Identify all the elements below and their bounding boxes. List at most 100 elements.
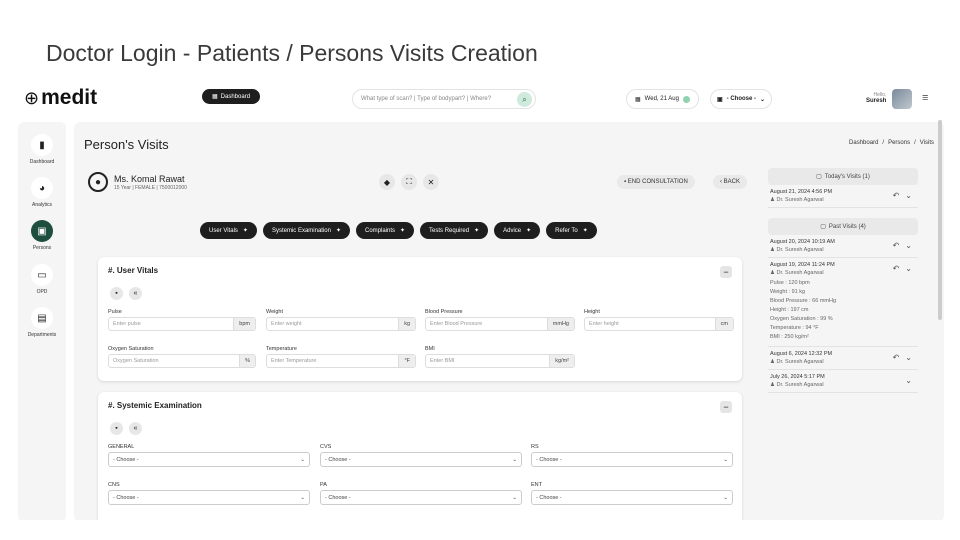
list-item[interactable]: August 19, 2024 11:24 PM ♟ Dr. Suresh Ag… <box>768 258 918 347</box>
breadcrumb: Dashboard / Persons / Visits <box>849 140 934 146</box>
chevron-down-icon[interactable]: ⌄ <box>905 353 912 362</box>
tab-refer-to[interactable]: Refer To ✦ <box>546 222 597 239</box>
bed-icon: ▭ <box>31 264 53 286</box>
sidebar-item-dashboard[interactable]: ▮ Dashboard <box>18 134 66 165</box>
trash-icon[interactable]: ▪ <box>110 287 123 300</box>
calendar-icon: ▦ <box>635 96 641 103</box>
logo-text: medit <box>41 86 98 109</box>
rs-select[interactable]: - Choose - ⌄ <box>531 452 733 467</box>
pin-icon: ✦ <box>242 228 248 234</box>
chevron-down-icon[interactable]: ⌄ <box>905 191 912 200</box>
pin-icon: ✦ <box>474 228 480 234</box>
detail-line: Height : 197 cm <box>770 307 809 313</box>
eraser-icon[interactable]: ◆ <box>379 174 395 190</box>
placeholder: Enter BMI <box>430 358 455 364</box>
general-select[interactable]: - Choose - ⌄ <box>108 452 310 467</box>
chevron-down-icon: ⌄ <box>760 96 766 103</box>
page-scrollbar[interactable] <box>938 120 942 320</box>
cvs-select[interactable]: - Choose - ⌄ <box>320 452 522 467</box>
tab-systemic-examination[interactable]: Systemic Examination ✦ <box>262 222 350 239</box>
reply-icon[interactable]: ↶ <box>893 264 900 273</box>
sidebar-item-opd[interactable]: ▭ OPD <box>18 264 66 295</box>
todays-visits-label: Today's Visits (1) <box>824 173 870 180</box>
detail-line: Pulse : 120 bpm <box>770 280 810 286</box>
reply-icon[interactable]: ↶ <box>893 241 900 250</box>
status-dot <box>682 95 690 103</box>
calendar-icon: ▢ <box>816 174 822 180</box>
field-label: CNS <box>108 482 120 488</box>
todays-visits-header[interactable]: ▢ Today's Visits (1) <box>768 168 918 185</box>
sidebar-item-analytics[interactable]: ◕ Analytics <box>18 177 66 208</box>
sidebar-item-persons[interactable]: ▣ Persons <box>18 220 66 251</box>
chevron-down-icon[interactable]: ⌄ <box>905 241 912 250</box>
reply-icon[interactable]: ↶ <box>893 191 900 200</box>
ent-select[interactable]: - Choose - ⌄ <box>531 490 733 505</box>
double-chevron-left-icon[interactable]: « <box>129 287 142 300</box>
sidebar-item-label: Persons <box>32 245 52 251</box>
collapse-icon[interactable]: − <box>720 401 732 413</box>
tab-advice[interactable]: Advice ✦ <box>494 222 541 239</box>
past-visits-header[interactable]: ▢ Past Visits (4) <box>768 218 918 235</box>
search-input[interactable]: What type of scan? | Type of bodypart? |… <box>352 89 536 109</box>
chevron-down-icon[interactable]: ⌄ <box>905 264 912 273</box>
oxygen-saturation-field: Oxygen Saturation Oxygen Saturation% <box>108 346 256 368</box>
doctor-name: Dr. Suresh Agarwal <box>776 359 824 365</box>
tab-tests-required[interactable]: Tests Required ✦ <box>420 222 489 239</box>
pin-icon: ✦ <box>400 228 406 234</box>
sidebar-item-label: OPD <box>36 289 48 295</box>
oxygen-saturation-input[interactable]: Oxygen Saturation% <box>108 354 256 368</box>
temperature-input[interactable]: Enter Temperature °F <box>266 354 416 368</box>
visit-actions: ↶ ⌄ <box>893 264 912 273</box>
height-input[interactable]: Enter height cm <box>584 317 734 331</box>
detail-line: Blood Pressure : 66 mmHg <box>770 298 837 304</box>
blood-pressure-input[interactable]: Enter Blood Pressure mmHg <box>425 317 575 331</box>
cvs-field: CVS - Choose - ⌄ <box>320 444 522 467</box>
sidebar-item-departments[interactable]: ▤ Departments <box>18 307 66 338</box>
breadcrumb-persons[interactable]: Persons <box>888 140 910 146</box>
cns-select[interactable]: - Choose - ⌄ <box>108 490 310 505</box>
field-label: BMI <box>425 346 435 352</box>
close-icon[interactable]: ✕ <box>423 174 439 190</box>
chevron-down-icon[interactable]: ⌄ <box>905 376 912 385</box>
main-panel: Person's Visits Dashboard / Persons / Vi… <box>74 122 944 520</box>
list-item[interactable]: August 21, 2024 4:56 PM ♟ Dr. Suresh Aga… <box>768 185 918 208</box>
select-value: - Choose - <box>325 494 351 501</box>
general-field: GENERAL - Choose - ⌄ <box>108 444 310 467</box>
list-item[interactable]: August 6, 2024 12:32 PM ♟ Dr. Suresh Aga… <box>768 347 918 370</box>
pulse-input[interactable]: Enter pulse bpm <box>108 317 256 331</box>
collapse-icon[interactable]: − <box>720 266 732 278</box>
departments-icon: ▤ <box>31 307 53 329</box>
search-icon[interactable]: ⌕ <box>517 92 532 107</box>
date-pill[interactable]: ▦ Wed, 21 Aug <box>626 89 699 109</box>
field-label: Oxygen Saturation <box>108 346 154 352</box>
dashboard-button[interactable]: ▦ Dashboard <box>202 89 261 104</box>
dashboard-label: Dashboard <box>220 93 251 100</box>
back-button[interactable]: ‹ BACK <box>713 175 748 189</box>
pin-icon: ✦ <box>526 228 532 234</box>
trash-icon[interactable]: ▪ <box>110 422 123 435</box>
cns-field: CNS - Choose - ⌄ <box>108 482 310 505</box>
tab-user-vitals[interactable]: User Vitals ✦ <box>200 222 257 239</box>
slide-title: Doctor Login - Patients / Persons Visits… <box>46 40 538 66</box>
reply-icon[interactable]: ↶ <box>893 353 900 362</box>
end-label: END CONSULTATION <box>627 179 688 185</box>
pa-select[interactable]: - Choose - ⌄ <box>320 490 522 505</box>
bmi-input[interactable]: Enter BMI kg/m² <box>425 354 575 368</box>
list-item[interactable]: July 26, 2024 5:17 PM ♟ Dr. Suresh Agarw… <box>768 370 918 393</box>
grid-icon: ▦ <box>212 94 218 100</box>
double-chevron-left-icon[interactable]: « <box>129 422 142 435</box>
tab-label: Advice <box>503 227 522 234</box>
weight-input[interactable]: Enter weight kg <box>266 317 416 331</box>
end-consultation-button[interactable]: ▪ END CONSULTATION <box>617 175 695 189</box>
expand-icon[interactable]: ⛶ <box>401 174 417 190</box>
breadcrumb-visits[interactable]: Visits <box>920 140 934 146</box>
avatar[interactable] <box>892 89 912 109</box>
breadcrumb-dashboard[interactable]: Dashboard <box>849 140 878 146</box>
systemic-examination-card: #. Systemic Examination − ▪ « GENERAL - Ch… <box>98 392 742 520</box>
unit: bpm <box>233 318 255 330</box>
tab-complaints[interactable]: Complaints ✦ <box>356 222 415 239</box>
field-label: GENERAL <box>108 444 135 450</box>
list-item[interactable]: August 20, 2024 10:19 AM ♟ Dr. Suresh Ag… <box>768 235 918 258</box>
hamburger-icon[interactable]: ≡ <box>922 92 928 104</box>
choose-select[interactable]: ▣ - Choose - ⌄ <box>710 89 773 109</box>
